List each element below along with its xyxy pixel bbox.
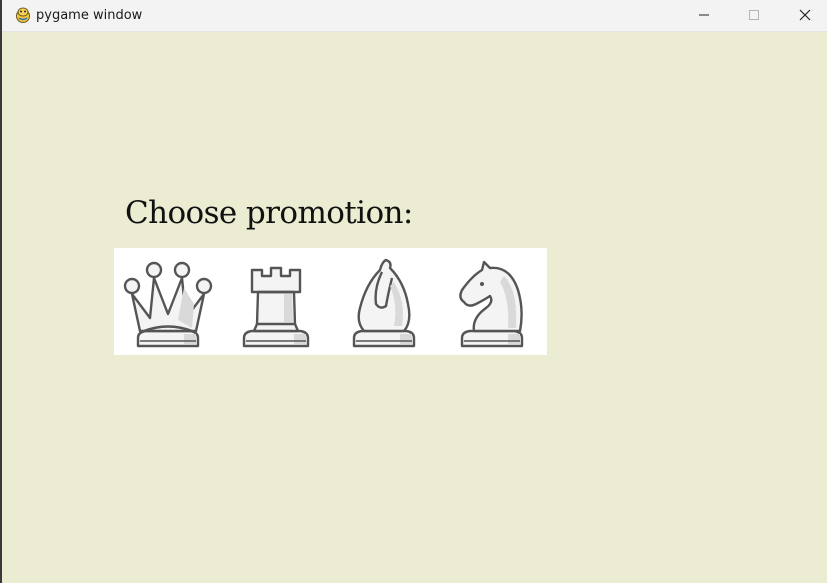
promotion-panel: [114, 248, 547, 355]
promotion-prompt: Choose promotion:: [125, 195, 413, 231]
promote-rook-option[interactable]: [222, 248, 330, 355]
pygame-snake-icon: [14, 6, 32, 24]
promote-queen-option[interactable]: [114, 248, 222, 355]
minimize-button[interactable]: [681, 0, 727, 31]
white-rook-icon: [222, 248, 330, 355]
minimize-icon: [698, 6, 710, 25]
white-bishop-icon: [330, 248, 438, 355]
promote-knight-option[interactable]: [438, 248, 546, 355]
maximize-button[interactable]: [731, 0, 777, 31]
maximize-icon: [748, 6, 760, 25]
white-queen-icon: [114, 248, 222, 355]
app-window: pygame window Choose promotion:: [0, 0, 827, 583]
white-knight-icon: [438, 248, 546, 355]
promote-bishop-option[interactable]: [330, 248, 438, 355]
game-canvas[interactable]: Choose promotion:: [4, 32, 827, 583]
title-bar[interactable]: pygame window: [2, 0, 827, 32]
close-icon: [799, 6, 811, 25]
window-title: pygame window: [36, 8, 143, 23]
close-button[interactable]: [782, 0, 827, 31]
